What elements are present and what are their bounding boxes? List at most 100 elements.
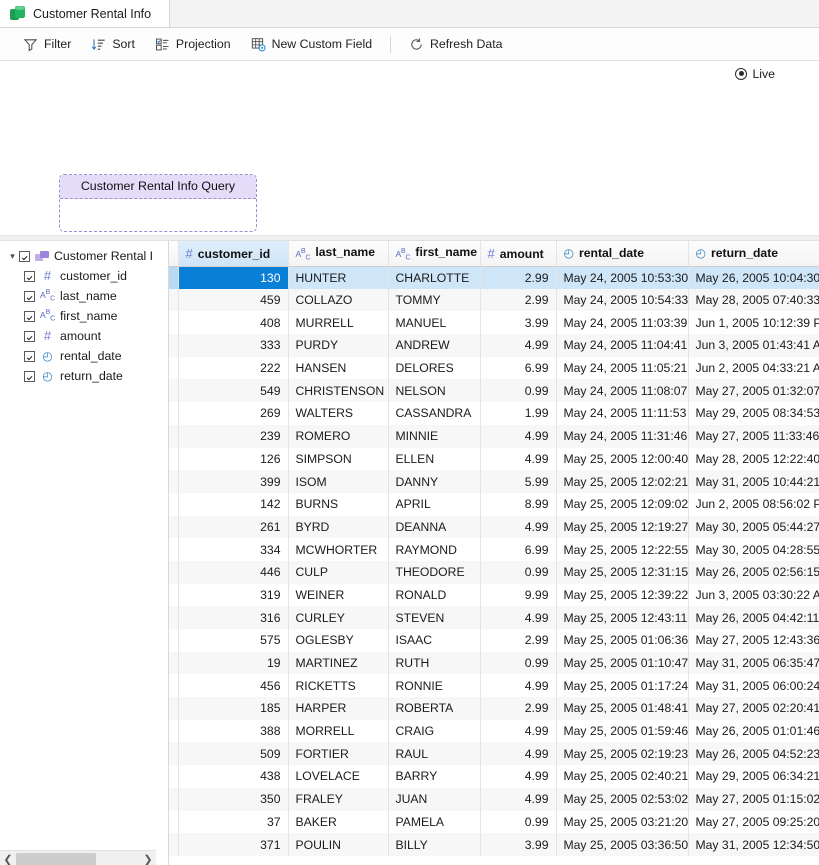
cell-amount[interactable]: 0.99 — [480, 810, 557, 834]
cell-first_name[interactable]: RONALD — [388, 583, 481, 607]
table-row[interactable]: 459 COLLAZO TOMMY 2.99 May 24, 2005 10:54:33… — [169, 288, 819, 312]
cell-return_date[interactable]: May 29, 2005 08:34:53 P — [688, 402, 819, 425]
cell-customer_id[interactable]: 130 — [178, 266, 289, 289]
table-row[interactable]: 185 HARPER ROBERTA 2.99 May 25, 2005 01:48:4… — [169, 697, 819, 720]
cell-last_name[interactable]: MARTINEZ — [288, 651, 389, 675]
cell-customer_id[interactable]: 446 — [178, 560, 289, 584]
cell-first_name[interactable]: MINNIE — [388, 424, 481, 448]
cell-first_name[interactable]: THEODORE — [388, 560, 481, 584]
cell-return_date[interactable]: May 26, 2005 10:04:30 P — [688, 266, 819, 289]
cell-amount[interactable]: 4.99 — [480, 424, 557, 448]
row-gutter[interactable] — [169, 288, 179, 312]
tree-field-first_name[interactable]: ABC first_name — [0, 306, 168, 326]
tree-root-node[interactable]: ▾ Customer Rental I — [0, 246, 168, 266]
row-gutter[interactable] — [169, 787, 179, 811]
cell-rental_date[interactable]: May 25, 2005 02:53:02 A — [556, 787, 689, 811]
live-radio-icon[interactable] — [735, 68, 748, 80]
cell-first_name[interactable]: RONNIE — [388, 674, 481, 698]
cell-last_name[interactable]: MCWHORTER — [288, 538, 389, 561]
cell-last_name[interactable]: RICKETTS — [288, 674, 389, 698]
cell-first_name[interactable]: JUAN — [388, 787, 481, 811]
cell-return_date[interactable]: May 30, 2005 04:28:55 A — [688, 538, 819, 561]
root-checkbox[interactable] — [19, 250, 30, 262]
table-row[interactable]: 350 FRALEY JUAN 4.99 May 25, 2005 02:53:02 A… — [169, 787, 819, 811]
cell-amount[interactable]: 0.99 — [480, 560, 557, 584]
column-header-last_name[interactable]: ABC last_name — [288, 241, 389, 267]
cell-customer_id[interactable]: 408 — [178, 311, 289, 335]
cell-rental_date[interactable]: May 25, 2005 01:17:24 A — [556, 674, 689, 698]
cell-rental_date[interactable]: May 24, 2005 11:05:21 P — [556, 356, 689, 380]
cell-return_date[interactable]: May 27, 2005 09:25:20 P — [688, 810, 819, 834]
cell-return_date[interactable]: May 27, 2005 01:32:07 A — [688, 379, 819, 403]
table-row[interactable]: 130 HUNTER CHARLOTTE 2.99 May 24, 2005 10:53… — [169, 266, 819, 289]
field-checkbox[interactable] — [24, 290, 35, 302]
row-gutter[interactable] — [169, 742, 179, 766]
row-gutter[interactable] — [169, 334, 179, 357]
cell-last_name[interactable]: HUNTER — [288, 266, 389, 289]
field-checkbox[interactable] — [24, 350, 35, 362]
cell-customer_id[interactable]: 333 — [178, 334, 289, 357]
cell-last_name[interactable]: SIMPSON — [288, 447, 389, 471]
row-gutter[interactable] — [169, 810, 179, 834]
scroll-thumb[interactable] — [16, 853, 96, 865]
cell-return_date[interactable]: May 31, 2005 06:35:47 A — [688, 651, 819, 675]
cell-last_name[interactable]: PURDY — [288, 334, 389, 357]
table-row[interactable]: 222 HANSEN DELORES 6.99 May 24, 2005 11:05:2… — [169, 356, 819, 380]
tree-horizontal-scrollbar[interactable]: ❮ ❯ — [0, 850, 156, 865]
cell-rental_date[interactable]: May 25, 2005 12:22:55 A — [556, 538, 689, 561]
cell-amount[interactable]: 4.99 — [480, 787, 557, 811]
cell-return_date[interactable]: May 31, 2005 10:44:21 P — [688, 470, 819, 493]
cell-last_name[interactable]: CULP — [288, 560, 389, 584]
cell-customer_id[interactable]: 261 — [178, 515, 289, 539]
cell-return_date[interactable]: Jun 3, 2005 03:30:22 AM — [688, 583, 819, 607]
cell-last_name[interactable]: COLLAZO — [288, 288, 389, 312]
cell-rental_date[interactable]: May 25, 2005 12:43:11 A — [556, 606, 689, 629]
cell-rental_date[interactable]: May 24, 2005 11:03:39 P — [556, 311, 689, 335]
table-row[interactable]: 269 WALTERS CASSANDRA 1.99 May 24, 2005 11:1… — [169, 402, 819, 425]
cell-first_name[interactable]: DANNY — [388, 470, 481, 493]
cell-customer_id[interactable]: 388 — [178, 719, 289, 743]
cell-last_name[interactable]: BYRD — [288, 515, 389, 539]
live-toggle[interactable]: Live — [735, 67, 775, 81]
table-row[interactable]: 388 MORRELL CRAIG 4.99 May 25, 2005 01:59:46… — [169, 719, 819, 743]
cell-customer_id[interactable]: 142 — [178, 492, 289, 516]
field-checkbox[interactable] — [24, 310, 35, 322]
cell-return_date[interactable]: May 28, 2005 12:22:40 A — [688, 447, 819, 471]
cell-first_name[interactable]: ROBERTA — [388, 697, 481, 720]
cell-rental_date[interactable]: May 25, 2005 12:00:40 A — [556, 447, 689, 471]
cell-last_name[interactable]: HARPER — [288, 697, 389, 720]
table-row[interactable]: 438 LOVELACE BARRY 4.99 May 25, 2005 02:40:2… — [169, 765, 819, 788]
tab-customer-rental-info[interactable]: Customer Rental Info — [0, 0, 170, 27]
cell-amount[interactable]: 3.99 — [480, 833, 557, 856]
sort-button[interactable]: Sort — [82, 34, 144, 55]
cell-last_name[interactable]: ROMERO — [288, 424, 389, 448]
cell-amount[interactable]: 2.99 — [480, 288, 557, 312]
cell-return_date[interactable]: May 30, 2005 05:44:27 A — [688, 515, 819, 539]
cell-return_date[interactable]: May 26, 2005 04:42:11 A — [688, 606, 819, 629]
column-header-return_date[interactable]: ◴ return_date — [688, 241, 819, 267]
tree-field-amount[interactable]: # amount — [0, 326, 168, 346]
cell-last_name[interactable]: FORTIER — [288, 742, 389, 766]
cell-customer_id[interactable]: 334 — [178, 538, 289, 561]
row-gutter[interactable] — [169, 560, 179, 584]
field-checkbox[interactable] — [24, 270, 35, 282]
tree-field-return_date[interactable]: ◴ return_date — [0, 366, 168, 386]
row-gutter[interactable] — [169, 515, 179, 539]
table-row[interactable]: 334 MCWHORTER RAYMOND 6.99 May 25, 2005 12:2… — [169, 538, 819, 561]
cell-return_date[interactable]: May 27, 2005 12:43:36 A — [688, 629, 819, 652]
table-row[interactable]: 19 MARTINEZ RUTH 0.99 May 25, 2005 01:10:47 … — [169, 651, 819, 675]
cell-customer_id[interactable]: 371 — [178, 833, 289, 856]
cell-rental_date[interactable]: May 25, 2005 12:19:27 A — [556, 515, 689, 539]
cell-customer_id[interactable]: 269 — [178, 402, 289, 425]
table-row[interactable]: 399 ISOM DANNY 5.99 May 25, 2005 12:02:21 AM… — [169, 470, 819, 493]
cell-first_name[interactable]: ISAAC — [388, 629, 481, 652]
filter-button[interactable]: Filter — [14, 34, 80, 55]
expand-chevron-icon[interactable]: ▾ — [6, 246, 19, 266]
cell-customer_id[interactable]: 316 — [178, 606, 289, 629]
cell-amount[interactable]: 5.99 — [480, 470, 557, 493]
cell-rental_date[interactable]: May 25, 2005 01:06:36 A — [556, 629, 689, 652]
row-gutter[interactable] — [169, 492, 179, 516]
cell-rental_date[interactable]: May 24, 2005 11:31:46 P — [556, 424, 689, 448]
table-row[interactable]: 37 BAKER PAMELA 0.99 May 25, 2005 03:21:20 A… — [169, 810, 819, 834]
cell-amount[interactable]: 0.99 — [480, 379, 557, 403]
